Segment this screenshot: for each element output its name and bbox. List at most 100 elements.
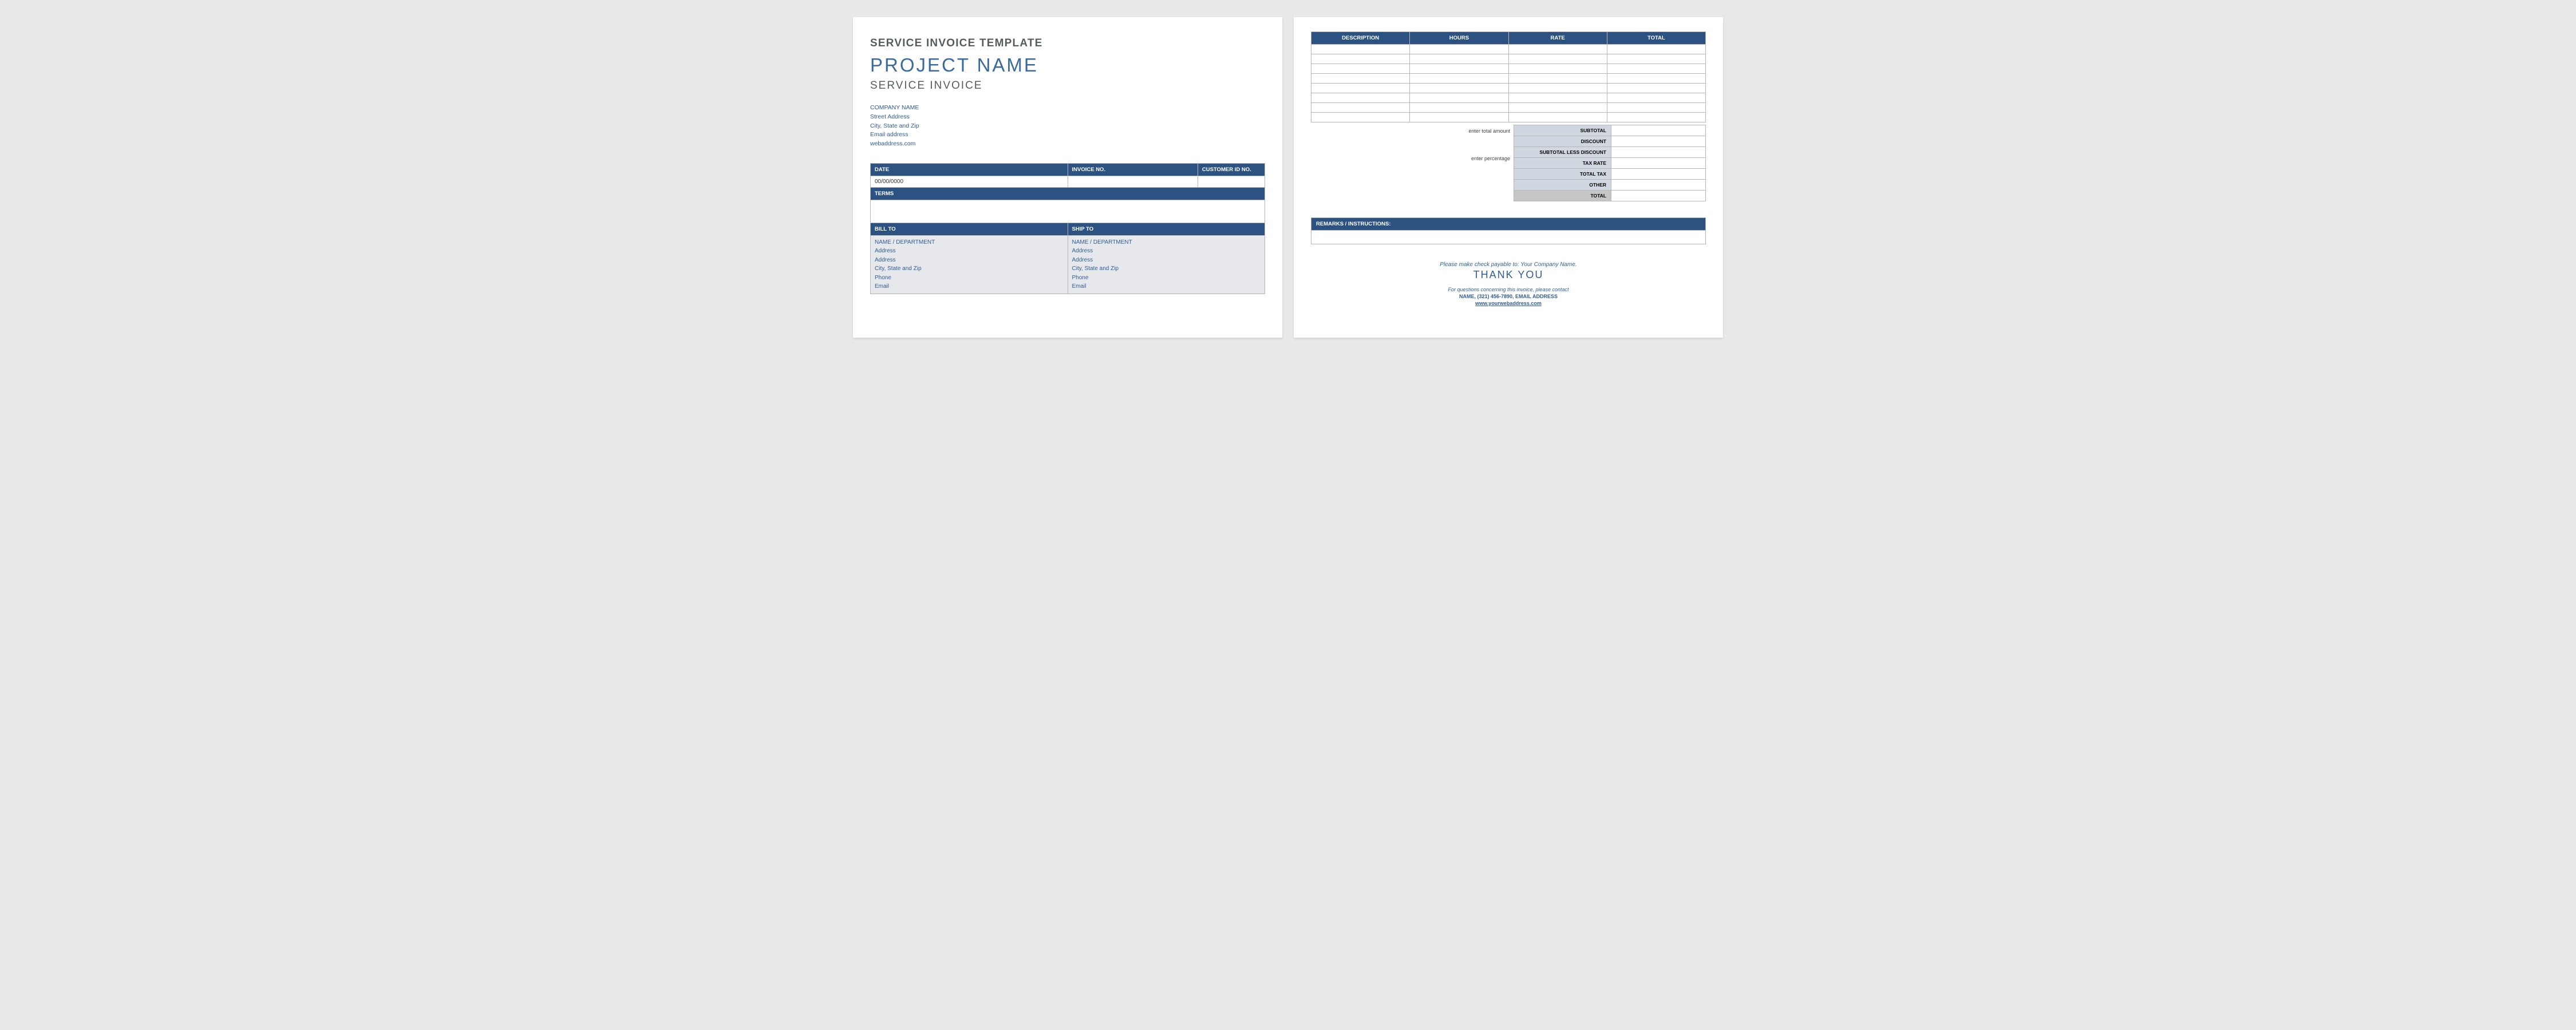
other-label: OTHER	[1514, 180, 1611, 191]
table-row	[1311, 54, 1706, 64]
line-items-table: DESCRIPTION HOURS RATE TOTAL	[1311, 31, 1706, 122]
line-item-cell[interactable]	[1311, 64, 1410, 74]
table-row	[1311, 93, 1706, 103]
line-item-cell[interactable]	[1311, 93, 1410, 103]
other-value[interactable]	[1611, 180, 1706, 191]
invoice-no-value[interactable]	[1068, 176, 1198, 187]
total-tax-label: TOTAL TAX	[1514, 169, 1611, 180]
subtotal-value[interactable]	[1611, 125, 1706, 136]
payable-text: Please make check payable to: Your Compa…	[1311, 262, 1706, 268]
ship-to-addr2: Address	[1072, 256, 1261, 265]
bill-to-phone: Phone	[875, 274, 1064, 283]
line-item-cell[interactable]	[1410, 45, 1508, 54]
ship-to-phone: Phone	[1072, 274, 1261, 283]
terms-body[interactable]	[871, 200, 1265, 223]
template-title: SERVICE INVOICE TEMPLATE	[870, 37, 1265, 50]
line-item-cell[interactable]	[1410, 64, 1508, 74]
customer-id-value[interactable]	[1198, 176, 1265, 187]
company-website: webaddress.com	[870, 140, 1265, 149]
line-item-cell[interactable]	[1508, 103, 1607, 113]
remarks-body[interactable]	[1311, 231, 1706, 244]
line-item-cell[interactable]	[1607, 54, 1705, 64]
web-link[interactable]: www.yourwebaddress.com	[1311, 300, 1706, 306]
table-row	[1311, 103, 1706, 113]
bill-to-block[interactable]: NAME / DEPARTMENT Address Address City, …	[871, 235, 1068, 294]
line-item-cell[interactable]	[1410, 84, 1508, 93]
project-name: PROJECT NAME	[870, 54, 1265, 76]
table-row	[1311, 64, 1706, 74]
line-item-cell[interactable]	[1410, 113, 1508, 122]
discount-label: DISCOUNT	[1514, 136, 1611, 147]
line-item-cell[interactable]	[1508, 113, 1607, 122]
total-tax-value[interactable]	[1611, 169, 1706, 180]
line-item-cell[interactable]	[1607, 93, 1705, 103]
line-item-cell[interactable]	[1311, 103, 1410, 113]
invoice-page-1: SERVICE INVOICE TEMPLATE PROJECT NAME SE…	[853, 17, 1282, 338]
line-item-cell[interactable]	[1410, 74, 1508, 84]
line-item-cell[interactable]	[1508, 45, 1607, 54]
subtotal-less-discount-label: SUBTOTAL LESS DISCOUNT	[1514, 147, 1611, 158]
company-city: City, State and Zip	[870, 122, 1265, 131]
line-item-cell[interactable]	[1311, 74, 1410, 84]
total-value[interactable]	[1611, 191, 1706, 201]
table-row	[1311, 45, 1706, 54]
remarks-block: REMARKS / INSTRUCTIONS:	[1311, 217, 1706, 244]
line-item-cell[interactable]	[1311, 113, 1410, 122]
line-item-cell[interactable]	[1508, 74, 1607, 84]
line-item-cell[interactable]	[1311, 84, 1410, 93]
line-item-cell[interactable]	[1607, 84, 1705, 93]
date-header: DATE	[871, 163, 1068, 176]
line-item-cell[interactable]	[1607, 45, 1705, 54]
col-hours: HOURS	[1410, 32, 1508, 45]
line-item-cell[interactable]	[1508, 54, 1607, 64]
ship-to-name: NAME / DEPARTMENT	[1072, 238, 1261, 247]
line-item-cell[interactable]	[1607, 74, 1705, 84]
line-item-cell[interactable]	[1607, 64, 1705, 74]
meta-table: DATE INVOICE NO. CUSTOMER ID NO. 00/00/0…	[870, 163, 1265, 294]
bill-to-email: Email	[875, 282, 1064, 291]
discount-value[interactable]	[1611, 136, 1706, 147]
ship-to-addr1: Address	[1072, 247, 1261, 256]
company-email: Email address	[870, 130, 1265, 140]
line-item-cell[interactable]	[1607, 113, 1705, 122]
contact-line: NAME, (321) 456-7890, EMAIL ADDRESS	[1311, 294, 1706, 299]
hint-enter-percentage: enter percentage	[1468, 156, 1510, 161]
line-item-cell[interactable]	[1311, 45, 1410, 54]
subtotal-less-discount-value[interactable]	[1611, 147, 1706, 158]
total-label: TOTAL	[1514, 191, 1611, 201]
hint-enter-total: enter total amount	[1468, 128, 1510, 134]
company-block: COMPANY NAME Street Address City, State …	[870, 104, 1265, 149]
invoice-no-header: INVOICE NO.	[1068, 163, 1198, 176]
line-item-cell[interactable]	[1410, 93, 1508, 103]
table-row	[1311, 84, 1706, 93]
totals-hints: enter total amount enter percentage	[1468, 125, 1510, 161]
bill-to-addr1: Address	[875, 247, 1064, 256]
date-value[interactable]: 00/00/0000	[871, 176, 1068, 187]
line-item-cell[interactable]	[1607, 103, 1705, 113]
line-item-cell[interactable]	[1508, 93, 1607, 103]
bill-to-name: NAME / DEPARTMENT	[875, 238, 1064, 247]
table-row	[1311, 113, 1706, 122]
ship-to-block[interactable]: NAME / DEPARTMENT Address Address City, …	[1068, 235, 1265, 294]
line-item-cell[interactable]	[1508, 64, 1607, 74]
line-item-cell[interactable]	[1508, 84, 1607, 93]
thank-you-text: THANK YOU	[1311, 269, 1706, 281]
service-invoice-heading: SERVICE INVOICE	[870, 80, 1265, 92]
col-total: TOTAL	[1607, 32, 1705, 45]
col-rate: RATE	[1508, 32, 1607, 45]
remarks-header: REMARKS / INSTRUCTIONS:	[1311, 217, 1706, 231]
ship-to-city: City, State and Zip	[1072, 264, 1261, 274]
bill-to-header: BILL TO	[871, 223, 1068, 235]
line-item-cell[interactable]	[1410, 103, 1508, 113]
company-name: COMPANY NAME	[870, 104, 1265, 113]
line-item-cell[interactable]	[1311, 54, 1410, 64]
ship-to-email: Email	[1072, 282, 1261, 291]
line-item-cell[interactable]	[1410, 54, 1508, 64]
ship-to-header: SHIP TO	[1068, 223, 1265, 235]
bill-to-addr2: Address	[875, 256, 1064, 265]
totals-area: enter total amount enter percentage SUBT…	[1311, 125, 1706, 201]
tax-rate-label: TAX RATE	[1514, 158, 1611, 169]
totals-table: SUBTOTAL DISCOUNT SUBTOTAL LESS DISCOUNT…	[1514, 125, 1706, 201]
invoice-page-2: DESCRIPTION HOURS RATE TOTAL enter total…	[1294, 17, 1723, 338]
tax-rate-value[interactable]	[1611, 158, 1706, 169]
